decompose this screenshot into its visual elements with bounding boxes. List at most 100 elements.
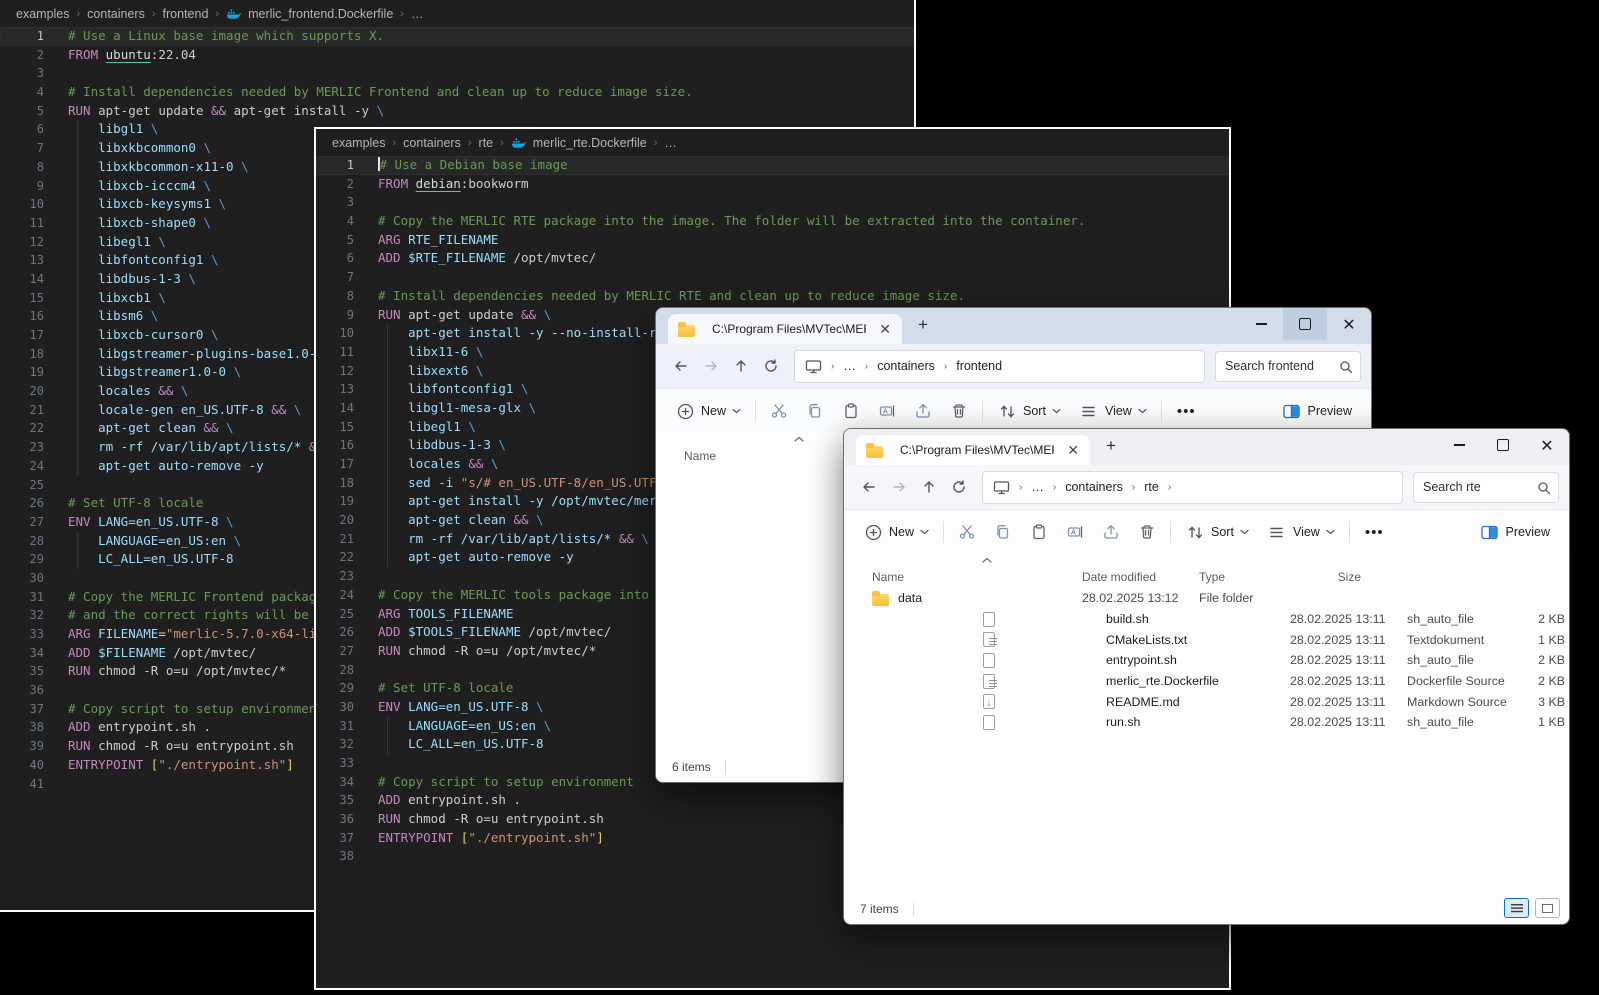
icons-view-toggle[interactable] bbox=[1535, 898, 1560, 918]
address-bar[interactable]: ›…›containers›rte› bbox=[982, 471, 1403, 504]
tab-close-icon[interactable]: ✕ bbox=[1062, 441, 1084, 459]
preview-button[interactable]: Preview bbox=[1273, 394, 1361, 428]
delete-icon[interactable] bbox=[1129, 515, 1165, 549]
file-name: build.sh bbox=[1106, 612, 1290, 626]
code-line[interactable]: 4# Copy the MERLIC RTE package into the … bbox=[316, 212, 1229, 231]
cut-icon[interactable] bbox=[761, 394, 797, 428]
see-more-icon[interactable]: ••• bbox=[1355, 524, 1394, 541]
share-icon[interactable] bbox=[905, 394, 941, 428]
copy-icon[interactable] bbox=[985, 515, 1021, 549]
file-row[interactable]: README.md28.02.2025 13:11Markdown Source… bbox=[844, 691, 1569, 712]
refresh-icon[interactable] bbox=[944, 472, 974, 502]
new-button[interactable]: New bbox=[666, 394, 750, 428]
code-line[interactable]: 2FROM debian:bookworm bbox=[316, 175, 1229, 194]
file-row[interactable]: merlic_rte.Dockerfile28.02.2025 13:11Doc… bbox=[844, 671, 1569, 692]
breadcrumb-item[interactable]: merlic_frontend.Dockerfile bbox=[248, 7, 393, 21]
this-pc-icon[interactable] bbox=[993, 480, 1010, 495]
share-icon[interactable] bbox=[1093, 515, 1129, 549]
address-bar[interactable]: ›…›containers›frontend bbox=[794, 350, 1205, 383]
rename-icon[interactable]: A bbox=[869, 394, 905, 428]
address-crumb[interactable]: containers bbox=[1065, 480, 1123, 494]
new-button[interactable]: New bbox=[854, 515, 938, 549]
minimize-button[interactable] bbox=[1239, 308, 1283, 340]
maximize-button[interactable] bbox=[1481, 429, 1525, 461]
paste-icon[interactable] bbox=[833, 394, 869, 428]
column-header[interactable]: Type bbox=[1199, 570, 1299, 584]
line-number: 2 bbox=[316, 175, 354, 194]
file-row[interactable]: run.sh28.02.2025 13:11sh_auto_file1 KB bbox=[844, 712, 1569, 733]
line-number: 36 bbox=[0, 681, 44, 700]
refresh-icon[interactable] bbox=[756, 351, 786, 381]
code-line[interactable]: 4# Install dependencies needed by MERLIC… bbox=[0, 83, 914, 102]
forward-icon[interactable] bbox=[884, 472, 914, 502]
back-icon[interactable] bbox=[666, 351, 696, 381]
paste-icon[interactable] bbox=[1021, 515, 1057, 549]
tab-close-icon[interactable]: ✕ bbox=[874, 320, 896, 338]
line-number: 16 bbox=[0, 307, 44, 326]
this-pc-icon[interactable] bbox=[805, 359, 822, 374]
column-header[interactable]: Size bbox=[1299, 570, 1361, 584]
delete-icon[interactable] bbox=[941, 394, 977, 428]
new-tab-button[interactable]: + bbox=[1106, 436, 1116, 456]
breadcrumb-item[interactable]: containers bbox=[87, 7, 145, 21]
breadcrumb-ellipsis[interactable]: … bbox=[843, 359, 856, 373]
file-icon bbox=[983, 653, 995, 668]
preview-button[interactable]: Preview bbox=[1471, 515, 1559, 549]
minimize-button[interactable] bbox=[1437, 429, 1481, 461]
code-line[interactable]: 3 bbox=[316, 193, 1229, 212]
address-crumb[interactable]: containers bbox=[877, 359, 935, 373]
folder-icon bbox=[872, 594, 889, 606]
sort-button[interactable]: Sort bbox=[1176, 515, 1258, 549]
code-line[interactable]: 8# Install dependencies needed by MERLIC… bbox=[316, 287, 1229, 306]
copy-icon[interactable] bbox=[797, 394, 833, 428]
breadcrumb-item[interactable]: rte bbox=[479, 136, 494, 150]
close-button[interactable]: ✕ bbox=[1525, 429, 1569, 461]
search-box[interactable]: Search rte bbox=[1413, 472, 1559, 503]
breadcrumb-item[interactable]: … bbox=[664, 136, 677, 150]
close-button[interactable]: ✕ bbox=[1327, 308, 1371, 340]
new-tab-button[interactable]: + bbox=[918, 315, 928, 335]
view-button[interactable]: View bbox=[1258, 515, 1344, 549]
file-row[interactable]: build.sh28.02.2025 13:11sh_auto_file2 KB bbox=[844, 609, 1569, 630]
up-icon[interactable] bbox=[914, 472, 944, 502]
cut-icon[interactable] bbox=[949, 515, 985, 549]
breadcrumb-ellipsis[interactable]: … bbox=[1031, 480, 1044, 494]
line-number: 24 bbox=[316, 586, 354, 605]
breadcrumb-item[interactable]: merlic_rte.Dockerfile bbox=[533, 136, 647, 150]
code-line[interactable]: 1# Use a Debian base image bbox=[316, 156, 1229, 175]
column-header[interactable]: Date modified bbox=[1082, 570, 1199, 584]
maximize-button[interactable] bbox=[1283, 308, 1327, 340]
see-more-icon[interactable]: ••• bbox=[1167, 403, 1206, 420]
rename-icon[interactable]: A bbox=[1057, 515, 1093, 549]
file-row[interactable]: entrypoint.sh28.02.2025 13:11sh_auto_fil… bbox=[844, 650, 1569, 671]
line-number: 32 bbox=[0, 606, 44, 625]
code-line[interactable]: 5ARG RTE_FILENAME bbox=[316, 231, 1229, 250]
code-line[interactable]: 6ADD $RTE_FILENAME /opt/mvtec/ bbox=[316, 249, 1229, 268]
code-line[interactable]: 7 bbox=[316, 268, 1229, 287]
back-icon[interactable] bbox=[854, 472, 884, 502]
view-button[interactable]: View bbox=[1070, 394, 1156, 428]
address-crumb[interactable]: rte bbox=[1144, 480, 1159, 494]
file-row[interactable]: CMakeLists.txt28.02.2025 13:11Textdokume… bbox=[844, 629, 1569, 650]
file-row[interactable]: data28.02.2025 13:12File folder bbox=[844, 588, 1569, 609]
up-icon[interactable] bbox=[726, 351, 756, 381]
breadcrumb-item[interactable]: … bbox=[411, 7, 424, 21]
search-box[interactable]: Search frontend bbox=[1215, 351, 1361, 382]
code-line[interactable]: 2FROM ubuntu:22.04 bbox=[0, 46, 914, 65]
sort-button[interactable]: Sort bbox=[988, 394, 1070, 428]
new-label: New bbox=[701, 404, 726, 418]
code-line[interactable]: 1# Use a Linux base image which supports… bbox=[0, 27, 914, 46]
forward-icon[interactable] bbox=[696, 351, 726, 381]
address-crumb[interactable]: frontend bbox=[956, 359, 1002, 373]
breadcrumb-item[interactable]: containers bbox=[403, 136, 461, 150]
breadcrumb-item[interactable]: frontend bbox=[163, 7, 209, 21]
explorer-tab[interactable]: C:\Program Files\MVTec\MERL ✕ bbox=[668, 314, 902, 344]
code-line[interactable]: 3 bbox=[0, 64, 914, 83]
explorer-tab[interactable]: C:\Program Files\MVTec\MERL ✕ bbox=[856, 435, 1090, 465]
breadcrumb-item[interactable]: examples bbox=[16, 7, 70, 21]
column-header[interactable]: Name bbox=[872, 570, 1082, 584]
details-view-toggle[interactable] bbox=[1504, 898, 1529, 918]
file-size: 2 KB bbox=[1507, 653, 1569, 667]
code-line[interactable]: 5RUN apt-get update && apt-get install -… bbox=[0, 102, 914, 121]
breadcrumb-item[interactable]: examples bbox=[332, 136, 386, 150]
